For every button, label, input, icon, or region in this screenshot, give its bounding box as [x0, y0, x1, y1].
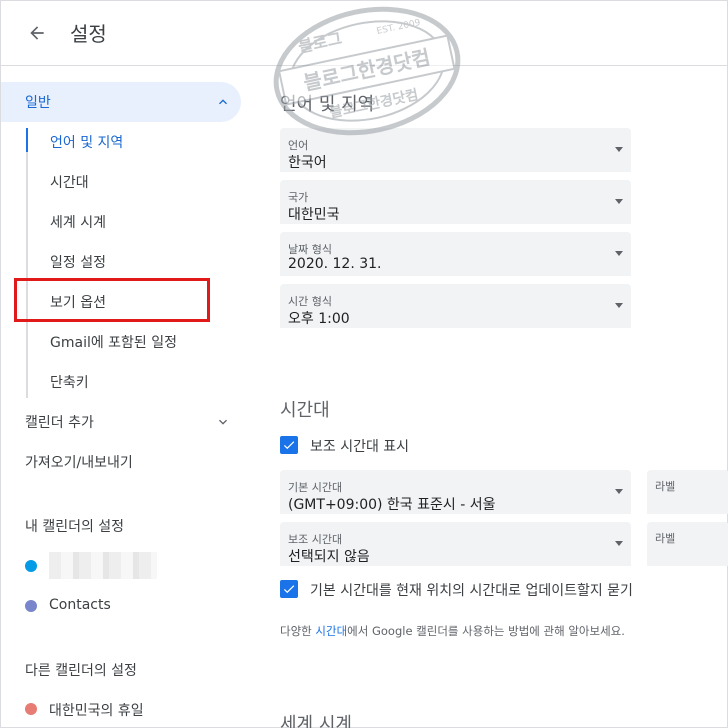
calendar-color-dot [25, 560, 37, 572]
dropdown-arrow-icon [615, 303, 623, 308]
back-button[interactable] [21, 17, 53, 49]
sidebar-item-gmail-events[interactable]: Gmail에 포함된 일정 [50, 332, 177, 352]
language-value: 한국어 [288, 155, 327, 171]
dropdown-arrow-icon [615, 147, 623, 152]
settings-window: 설정 일반 언어 및 지역 시간대 세계 시계 일정 설정 보기 옵션 Gmai… [0, 0, 728, 728]
sidebar-item-add-calendar[interactable]: 캘린더 추가 [25, 412, 94, 432]
sidebar-item-import-export[interactable]: 가져오기/내보내기 [25, 452, 133, 472]
show-secondary-timezone-checkbox[interactable] [280, 436, 298, 454]
timezone-heading: 시간대 [280, 400, 330, 421]
chevron-up-icon [219, 99, 227, 105]
time-format-value: 오후 1:00 [288, 311, 350, 327]
show-secondary-timezone-label: 보조 시간대 표시 [310, 439, 410, 455]
dropdown-arrow-icon [615, 489, 623, 494]
sidebar-item-contacts[interactable]: Contacts [49, 597, 111, 613]
primary-timezone-label: 기본 시간대 [288, 481, 343, 494]
back-arrow-icon [30, 26, 44, 40]
sidebar-item-language-region[interactable]: 언어 및 지역 [50, 132, 123, 152]
sidebar-item-event-settings[interactable]: 일정 설정 [50, 252, 106, 272]
other-calendars-heading: 다른 캘린더의 설정 [25, 663, 137, 679]
language-select[interactable]: 언어 한국어 [280, 128, 631, 172]
calendar-color-dot [25, 703, 37, 715]
language-label: 언어 [288, 139, 309, 152]
sub-nav-line [26, 128, 28, 398]
ask-update-timezone-label: 기본 시간대를 현재 위치의 시간대로 업데이트할지 묻기 [310, 583, 633, 599]
chevron-down-icon[interactable] [215, 414, 231, 430]
time-format-label: 시간 형식 [288, 295, 332, 308]
timezone-help-link[interactable]: 시간대 [315, 624, 347, 638]
secondary-timezone-label-input[interactable]: 라벨 [647, 522, 728, 566]
sub-nav-active-indicator [26, 128, 28, 152]
time-format-select[interactable]: 시간 형식 오후 1:00 [280, 284, 631, 328]
primary-timezone-select[interactable]: 기본 시간대 (GMT+09:00) 한국 표준시 - 서울 [280, 470, 631, 514]
help-text-after: 에서 Google 캘린더를 사용하는 방법에 관해 알아보세요. [347, 624, 625, 638]
secondary-timezone-label: 보조 시간대 [288, 533, 343, 546]
secondary-tag-label: 라벨 [655, 532, 676, 545]
settings-main: 언어 및 지역 언어 한국어 국가 대한민국 날짜 형식 2020. 12. 3… [251, 66, 728, 728]
dropdown-arrow-icon [615, 251, 623, 256]
primary-timezone-label-input[interactable]: 라벨 [647, 470, 728, 514]
language-region-heading: 언어 및 지역 [280, 94, 375, 115]
blurred-calendar-name[interactable] [49, 552, 157, 579]
my-calendars-heading: 내 캘린더의 설정 [25, 519, 125, 535]
checkmark-icon [283, 585, 295, 594]
date-format-label: 날짜 형식 [288, 243, 332, 256]
country-select[interactable]: 국가 대한민국 [280, 180, 631, 224]
dropdown-arrow-icon [615, 541, 623, 546]
help-text-before: 다양한 [280, 624, 316, 638]
world-clock-heading: 세계 시계 [280, 714, 352, 728]
timezone-help-text: 다양한 시간대에서 Google 캘린더를 사용하는 방법에 관해 알아보세요. [280, 623, 625, 639]
secondary-timezone-value: 선택되지 않음 [288, 549, 370, 565]
sidebar-item-timezone[interactable]: 시간대 [50, 172, 89, 192]
date-format-select[interactable]: 날짜 형식 2020. 12. 31. [280, 232, 631, 276]
ask-update-timezone-checkbox[interactable] [280, 580, 298, 598]
country-value: 대한민국 [288, 207, 340, 223]
primary-tag-label: 라벨 [655, 480, 676, 493]
sidebar-item-general[interactable]: 일반 [1, 82, 241, 122]
sidebar-item-korea-holidays[interactable]: 대한민국의 휴일 [49, 700, 144, 720]
secondary-timezone-select[interactable]: 보조 시간대 선택되지 않음 [280, 522, 631, 566]
annotation-highlight-box [14, 278, 210, 322]
settings-sidebar: 일반 언어 및 지역 시간대 세계 시계 일정 설정 보기 옵션 Gmail에 … [1, 66, 251, 728]
calendar-color-dot [25, 600, 37, 612]
primary-timezone-value: (GMT+09:00) 한국 표준시 - 서울 [288, 497, 496, 513]
dropdown-arrow-icon [615, 199, 623, 204]
date-format-value: 2020. 12. 31. [288, 256, 382, 272]
sidebar-item-general-label: 일반 [25, 95, 51, 111]
sidebar-item-world-clock[interactable]: 세계 시계 [50, 212, 106, 232]
settings-header: 설정 [1, 1, 728, 66]
checkmark-icon [283, 441, 295, 450]
sidebar-item-shortcuts[interactable]: 단축키 [50, 372, 89, 392]
country-label: 국가 [288, 191, 309, 204]
page-title: 설정 [70, 22, 107, 46]
